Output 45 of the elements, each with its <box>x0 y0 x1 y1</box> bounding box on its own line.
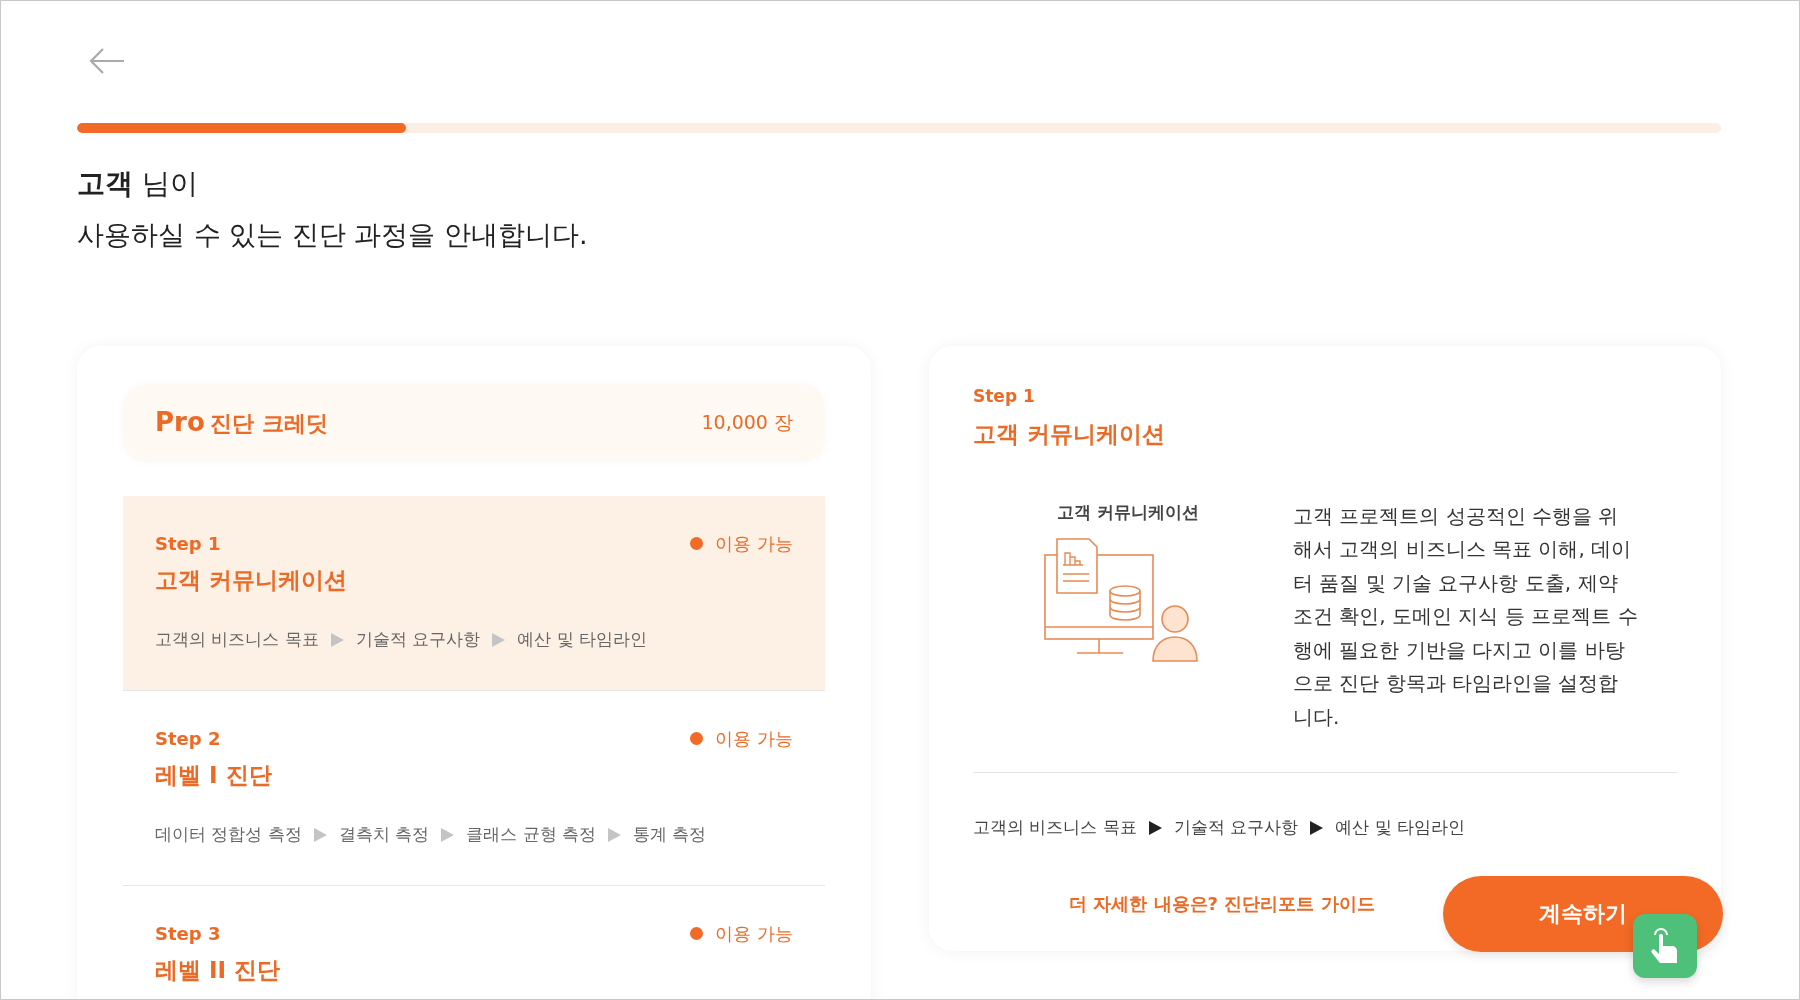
step-row[interactable]: Step 1 이용 가능 고객 커뮤니케이션 고객의 비즈니스 목표 기술적 요구사항 예산 및 타임라인 <box>123 495 825 691</box>
triangle-icon <box>330 632 344 647</box>
step-number: Step 2 <box>155 726 221 751</box>
continue-button[interactable]: 계속하기 <box>1443 875 1723 952</box>
step-number: Step 1 <box>155 531 221 556</box>
task-text: 기술적 요구사항 <box>355 628 481 651</box>
subtitle-text: 사용하실 수 있는 진단 과정을 안내합니다. <box>77 218 589 252</box>
step-title: 고객 커뮤니케이션 <box>155 565 348 595</box>
triangle-icon <box>441 827 455 842</box>
triangle-icon <box>1148 820 1162 835</box>
credit-label: 진단 크레딧 <box>209 411 328 436</box>
task-text: 예산 및 타임라인 <box>1335 816 1466 839</box>
step-number: Step 3 <box>155 921 221 946</box>
status-dot <box>690 731 704 745</box>
task-text: 예산 및 타임라인 <box>517 628 648 651</box>
task-text: 결측치 측정 <box>338 823 430 846</box>
guide-link[interactable]: 더 자세한 내용은? 진단리포트 가이드 <box>1069 889 1375 917</box>
status-text: 이용 가능 <box>715 531 793 556</box>
step-row[interactable]: Step 2 이용 가능 레벨 I 진단 데이터 정합성 측정 결측치 측정 클래스 균형 측정 통계 측정 <box>123 690 825 886</box>
step-row[interactable]: Step 3 이용 가능 레벨 II 진단 <box>123 885 825 999</box>
task-text: 통계 측정 <box>633 823 707 846</box>
plan-label: Pro <box>155 407 205 437</box>
triangle-icon <box>492 632 506 647</box>
step-title: 레벨 II 진단 <box>155 955 282 985</box>
task-text: 기술적 요구사항 <box>1173 816 1299 839</box>
status-text: 이용 가능 <box>715 726 793 751</box>
task-text: 데이터 정합성 측정 <box>155 823 302 846</box>
touch-button[interactable] <box>1633 913 1697 978</box>
step-title: 고객 커뮤니케이션 <box>973 420 1166 449</box>
status-dot <box>690 926 704 940</box>
step-number: Step 1 <box>973 384 1036 408</box>
task-text: 클래스 균형 측정 <box>466 823 597 846</box>
step-title: 레벨 I 진단 <box>155 760 273 790</box>
greeting-text: 고객 님이 <box>77 166 199 202</box>
task-text: 고객의 비즈니스 목표 <box>973 816 1137 839</box>
status-text: 이용 가능 <box>715 921 793 946</box>
triangle-icon <box>313 827 327 842</box>
description-text: 고객 프로젝트의 성공적인 수행을 위해서 고객의 비즈니스 목표 이해, 데이터 품질 및 기술 요구사항 도출, 제약 조건 확인, 도메인 지식 등 프로젝트 수행에 필요한 기반을 다지고 이를 바탕으로 진단 항목과 타임라인을 설정합니다. <box>1293 502 1638 731</box>
illustration-label: 고객 커뮤니케이션 <box>1057 500 1199 524</box>
credit-amount: 10,000 장 <box>701 410 793 436</box>
triangle-icon <box>1310 820 1324 835</box>
status-dot <box>690 536 704 550</box>
back-arrow-icon <box>88 46 126 76</box>
triangle-icon <box>608 827 622 842</box>
task-text: 고객의 비즈니스 목표 <box>155 628 319 651</box>
